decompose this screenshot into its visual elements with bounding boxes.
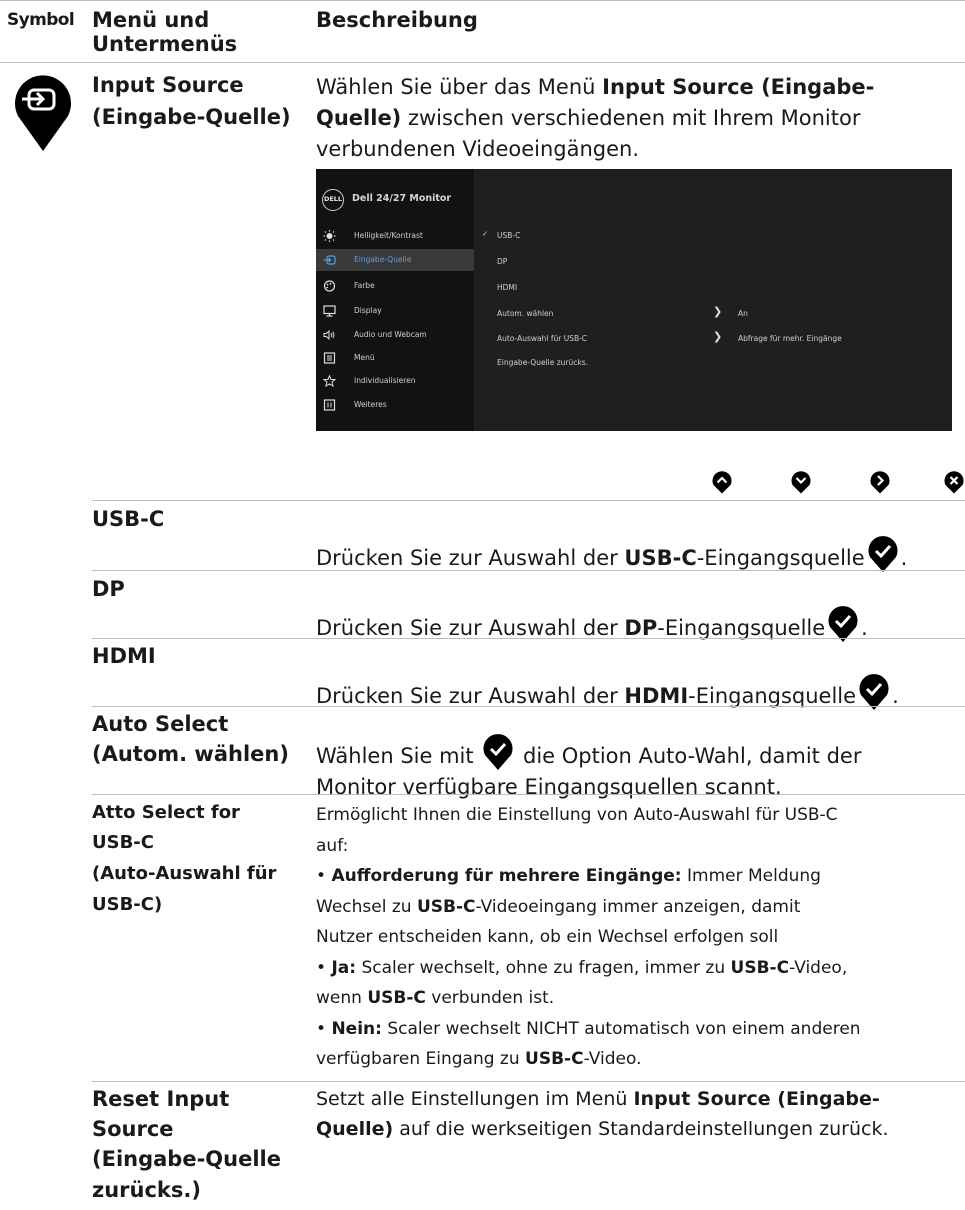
reset-desc: Setzt alle Einstellungen im Menü Input S… — [316, 1088, 889, 1140]
osd-menu-screenshot: DELL Dell 24/27 Monitor Helligkeit/Kontr… — [316, 169, 952, 431]
osd-sidebar: DELL Dell 24/27 Monitor Helligkeit/Kontr… — [316, 169, 474, 431]
osd-option-hdmi[interactable]: HDMI — [497, 283, 517, 292]
auto-usbc-label-4: USB-C) — [92, 894, 163, 915]
reset-label-2: Source — [92, 1117, 174, 1141]
check-button-icon — [483, 734, 513, 770]
input-source-label-line1: Input Source — [92, 73, 244, 97]
auto-usbc-label-1: Atto Select for — [92, 802, 240, 823]
reset-label-3: (Eingabe-Quelle — [92, 1147, 281, 1171]
osd-menu-item-others[interactable]: Weiteres — [316, 394, 474, 416]
header-menu-line2: Untermenüs — [92, 32, 238, 56]
dp-label: DP — [92, 577, 125, 601]
osd-menu-label: Audio und Webcam — [354, 330, 427, 339]
osd-menu-item-menu[interactable]: Menü — [316, 347, 474, 369]
osd-menu-label: Display — [354, 306, 382, 315]
palette-icon — [323, 280, 336, 292]
osd-menu-label: Eingabe-Quelle — [354, 255, 412, 264]
usbc-desc: Drücken Sie zur Auswahl der USB-C-Eingan… — [316, 535, 907, 574]
osd-title: Dell 24/27 Monitor — [352, 193, 452, 204]
osd-menu-item-input[interactable]: Eingabe-Quelle — [316, 249, 474, 271]
hdmi-label: HDMI — [92, 644, 156, 668]
row-rule — [92, 638, 965, 639]
right-button-icon[interactable] — [869, 470, 891, 494]
header-rule — [0, 62, 965, 63]
reset-label-4: zurücks.) — [92, 1178, 201, 1202]
osd-option-auto-select[interactable]: Autom. wählen — [497, 309, 553, 318]
input-source-label-line2: (Eingabe-Quelle) — [92, 105, 291, 129]
row-rule — [92, 500, 965, 501]
dell-logo: DELL — [322, 189, 344, 211]
osd-option-dp[interactable]: DP — [497, 257, 507, 266]
osd-option-auto-usbc[interactable]: Auto-Auswahl für USB-C — [497, 334, 587, 343]
auto-select-label-line2: (Autom. wählen) — [92, 742, 289, 766]
input-source-desc: Wählen Sie über das Menü Input Source (E… — [316, 75, 875, 161]
auto-usbc-desc: Ermöglicht Ihnen die Einstellung von Aut… — [316, 805, 861, 1069]
osd-menu-item-color[interactable]: Farbe — [316, 275, 474, 297]
check-button-icon — [868, 536, 898, 572]
row-rule — [92, 794, 965, 795]
osd-menu-item-brightness[interactable]: Helligkeit/Kontrast — [316, 225, 474, 247]
auto-select-label-line1: Auto Select — [92, 712, 229, 736]
display-icon — [323, 305, 336, 317]
reset-label-1: Reset Input — [92, 1087, 230, 1111]
osd-check-icon: ✓ — [482, 229, 489, 238]
input-source-symbol-icon — [15, 75, 72, 151]
osd-menu-label: Individualisieren — [354, 376, 416, 385]
row-rule — [92, 1081, 965, 1082]
auto-usbc-label-3: (Auto-Auswahl für — [92, 863, 277, 884]
star-icon — [323, 375, 336, 387]
auto-select-desc: Wählen Sie mit die Option Auto-Wahl, dam… — [316, 733, 861, 803]
top-rule — [0, 0, 965, 1]
speaker-icon — [323, 329, 335, 341]
osd-menu-label: Helligkeit/Kontrast — [354, 231, 423, 240]
osd-option-usbc[interactable]: USB-C — [497, 231, 520, 240]
header-symbol: Symbol — [7, 10, 75, 30]
row-rule — [92, 570, 965, 571]
usbc-label: USB-C — [92, 507, 165, 531]
osd-menu-label: Farbe — [354, 281, 375, 290]
osd-option-auto-usbc-value: Abfrage für mehr. Eingänge — [738, 334, 842, 343]
header-menu-line1: Menü und — [92, 8, 210, 32]
osd-menu-label: Menü — [354, 353, 375, 362]
osd-option-auto-select-value: An — [738, 309, 748, 318]
osd-menu-item-display[interactable]: Display — [316, 300, 474, 322]
osd-menu-item-personalize[interactable]: Individualisieren — [316, 370, 474, 392]
chevron-right-icon: ❯ — [713, 305, 723, 318]
header-description: Beschreibung — [316, 8, 478, 32]
row-rule — [92, 706, 965, 707]
osd-menu-label: Weiteres — [354, 400, 387, 409]
up-button-icon[interactable] — [711, 470, 733, 494]
brightness-icon — [323, 230, 336, 242]
down-button-icon[interactable] — [790, 470, 812, 494]
auto-usbc-label-2: USB-C — [92, 832, 154, 853]
menu-icon — [323, 352, 336, 364]
input-icon — [323, 255, 336, 265]
info-icon — [323, 399, 336, 411]
close-button-icon[interactable] — [943, 470, 965, 494]
osd-option-reset[interactable]: Eingabe-Quelle zurücks. — [497, 358, 588, 367]
chevron-right-icon: ❯ — [713, 330, 723, 343]
osd-menu-item-audio[interactable]: Audio und Webcam — [316, 324, 474, 346]
